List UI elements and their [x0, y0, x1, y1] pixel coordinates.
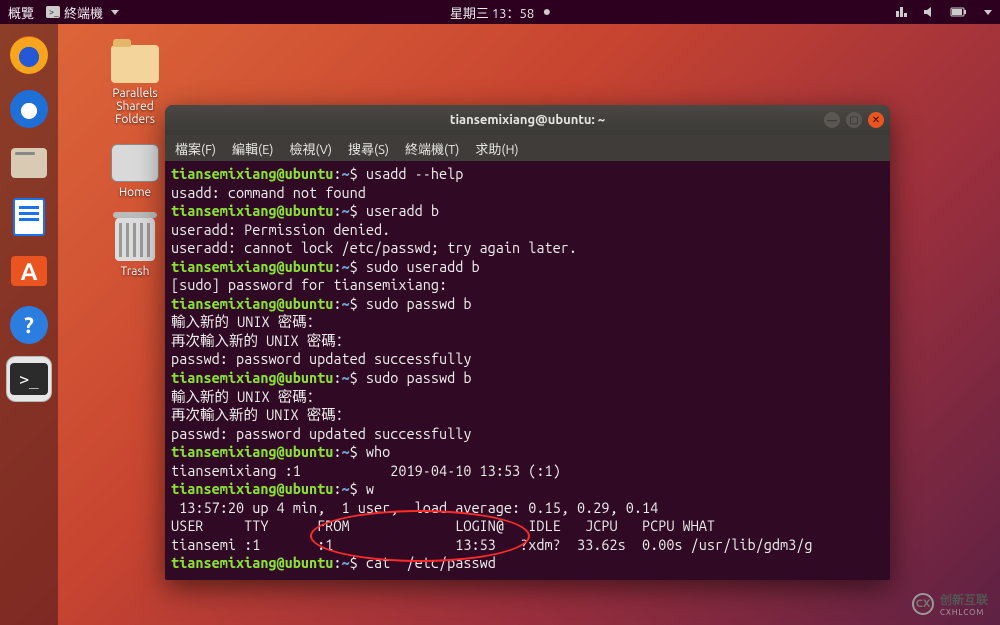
- dock-help[interactable]: ?: [6, 302, 52, 348]
- menu-view[interactable]: 檢視(V): [290, 139, 332, 158]
- watermark: CX 创新互联 CXHLCOM: [912, 591, 988, 617]
- clock-label: 星期三 13：58: [450, 3, 534, 22]
- terminal-appmenu-icon: >_: [46, 6, 60, 18]
- terminal-icon: >_: [10, 363, 48, 395]
- app-menu-label: 終端機: [64, 3, 103, 22]
- svg-text:>_: >_: [49, 7, 59, 17]
- network-icon[interactable]: [894, 5, 910, 19]
- dock-thunderbird[interactable]: [6, 86, 52, 132]
- desktop-icon-label: Trash: [120, 265, 149, 278]
- window-title: tiansemixiang@ubuntu: ~: [450, 113, 605, 127]
- window-minimize-button[interactable]: —: [824, 112, 840, 128]
- menu-file[interactable]: 檔案(F): [175, 139, 216, 158]
- firefox-icon: [10, 36, 48, 74]
- menu-search[interactable]: 搜尋(S): [348, 139, 389, 158]
- dock-terminal[interactable]: >_: [6, 356, 52, 402]
- trash-icon: [115, 217, 155, 261]
- activities-button[interactable]: 概覽: [8, 3, 34, 22]
- desktop-icon-trash[interactable]: Trash: [115, 217, 155, 278]
- desktop-icon-parallels[interactable]: Parallels Shared Folders: [111, 45, 159, 126]
- dock-firefox[interactable]: [6, 32, 52, 78]
- window-titlebar[interactable]: tiansemixiang@ubuntu: ~ — ▢ ✕: [165, 105, 890, 135]
- watermark-brand: 创新互联: [940, 591, 988, 608]
- clock[interactable]: 星期三 13：58: [450, 3, 550, 22]
- volume-icon[interactable]: [922, 5, 938, 19]
- thunderbird-icon: [10, 90, 48, 128]
- drive-icon: [111, 144, 159, 182]
- help-icon: ?: [10, 306, 48, 344]
- writer-icon: [13, 198, 45, 236]
- window-maximize-button[interactable]: ▢: [846, 112, 862, 128]
- dock-software[interactable]: [6, 248, 52, 294]
- terminal-menubar: 檔案(F) 編輯(E) 檢視(V) 搜尋(S) 終端機(T) 求助(H): [165, 135, 890, 161]
- desktop-icon-label: Parallels Shared Folders: [112, 87, 157, 126]
- menu-help[interactable]: 求助(H): [475, 139, 518, 158]
- terminal-window: tiansemixiang@ubuntu: ~ — ▢ ✕ 檔案(F) 編輯(E…: [165, 105, 890, 580]
- notification-dot-icon: [544, 9, 550, 15]
- system-menu-chevron-icon[interactable]: [984, 10, 992, 15]
- chevron-down-icon: [111, 10, 119, 15]
- software-icon: [11, 256, 47, 286]
- top-panel: 概覽 >_ 終端機 星期三 13：58: [0, 0, 1000, 24]
- files-icon: [11, 148, 47, 178]
- launcher-dock: ? >_: [0, 24, 58, 625]
- dock-files[interactable]: [6, 140, 52, 186]
- menu-terminal[interactable]: 終端機(T): [405, 139, 459, 158]
- window-close-button[interactable]: ✕: [868, 112, 884, 128]
- app-menu[interactable]: >_ 終端機: [46, 3, 119, 22]
- watermark-logo-icon: CX: [912, 593, 934, 615]
- terminal-body[interactable]: tiansemixiang@ubuntu:~$ usadd --help usa…: [165, 161, 890, 580]
- watermark-sub: CXHLCOM: [940, 608, 988, 617]
- folder-icon: [111, 45, 159, 83]
- desktop-icon-home[interactable]: Home: [111, 144, 159, 199]
- dock-writer[interactable]: [6, 194, 52, 240]
- battery-icon[interactable]: [950, 6, 968, 18]
- desktop-icon-label: Home: [119, 186, 151, 199]
- menu-edit[interactable]: 編輯(E): [232, 139, 273, 158]
